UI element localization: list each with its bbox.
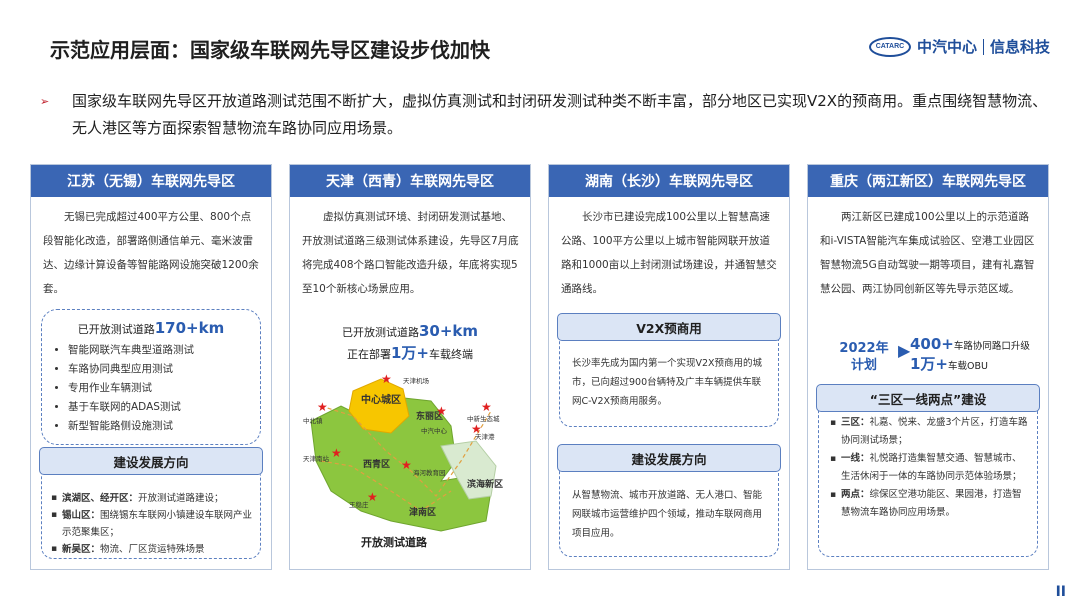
arrow-bullet-icon: ➢ bbox=[40, 95, 50, 108]
list-item: 滨湖区、经开区：开放测试道路建设； bbox=[51, 490, 254, 507]
panel-description: 长沙市已建设完成100公里以上智慧高速公路、100平方公里以上城市智能网联开放道… bbox=[561, 211, 777, 295]
stat-label: 已开放测试道路 bbox=[341, 326, 419, 339]
list-item: 专用作业车辆测试 bbox=[68, 379, 260, 398]
panel-title: 江苏（无锡）车联网先导区 bbox=[31, 165, 271, 197]
map-marker-star: ★ bbox=[381, 372, 392, 386]
panel-chongqing: 重庆（两江新区）车联网先导区 两江新区已建成100公里以上的示范道路和i-VIS… bbox=[807, 164, 1049, 570]
logo-dept: 信息科技 bbox=[989, 38, 1050, 56]
panel-title: 重庆（两江新区）车联网先导区 bbox=[808, 165, 1048, 197]
map-label-jinnan: 津南区 bbox=[409, 506, 436, 518]
map-label-qiche: 中汽中心 bbox=[421, 426, 448, 435]
map-marker-star: ★ bbox=[481, 400, 492, 414]
list-item: 新吴区：物流、厂区货运特殊场景 bbox=[51, 541, 254, 558]
stat-value: 1万+ bbox=[390, 344, 429, 362]
plan-arrow-icon: ▶ bbox=[898, 341, 911, 360]
page-marker: II bbox=[1055, 584, 1066, 600]
panel-title: 湖南（长沙）车联网先导区 bbox=[549, 165, 789, 197]
test-list: 智能网联汽车典型道路测试 车路协同典型应用测试 专用作业车辆测试 基于车联网的A… bbox=[42, 341, 260, 436]
map-marker-star: ★ bbox=[401, 458, 412, 472]
stat-line-2: 正在部署1万+车载终端 bbox=[290, 342, 530, 363]
panel-description: 无锡已完成超过400平方公里、800个点段智能化改造，部署路侧通信单元、毫米波雷… bbox=[43, 211, 259, 295]
intro-text: 国家级车联网先导区开放道路测试范围不断扩大，虚拟仿真测试和封闭研发测试种类不断丰… bbox=[72, 92, 1048, 137]
map-label-xiqing: 西青区 bbox=[363, 458, 390, 470]
stat-line: 已开放测试道路30+km bbox=[290, 321, 530, 340]
plan-items: 400+车路协同路口升级 1万+车载OBU bbox=[910, 335, 1046, 375]
direction-box: 滨湖区、经开区：开放测试道路建设； 锡山区：围绕锡东车联网小镇建设车联网产业示范… bbox=[41, 465, 261, 559]
list-item: 车路协同典型应用测试 bbox=[68, 360, 260, 379]
panel-tianjin: 天津（西青）车联网先导区 虚拟仿真测试环境、封闭研发测试基地、开放测试道路三级测… bbox=[289, 164, 531, 570]
logo-org: 中汽中心 bbox=[916, 38, 977, 56]
direction-list: 滨湖区、经开区：开放测试道路建设； 锡山区：围绕锡东车联网小镇建设车联网产业示范… bbox=[42, 490, 260, 558]
stat-label: 已开放测试道路 bbox=[77, 323, 155, 336]
test-road-box: 已开放测试道路170+km 智能网联汽车典型道路测试 车路协同典型应用测试 专用… bbox=[41, 309, 261, 445]
map-label-beichen: 中北镇 bbox=[303, 416, 323, 425]
map-label-edu: 海河教育园 bbox=[413, 468, 446, 477]
stat-unit: 车载终端 bbox=[429, 348, 473, 361]
map-marker-star: ★ bbox=[331, 446, 342, 460]
plan-year-value: 2022年 bbox=[839, 341, 889, 356]
three-areas-list: 三区：礼嘉、悦来、龙盛3个片区，打造车路协同测试场景； 一线：礼悦路打造集智慧交… bbox=[819, 414, 1037, 522]
map-label-wangwen: 王稳庄 bbox=[349, 500, 369, 509]
list-item: 新型智能路侧设施测试 bbox=[68, 417, 260, 436]
stat-value: 30+km bbox=[418, 322, 479, 340]
list-item: 两点：综保区空港功能区、果园港，打造智慧物流车路协同应用场景。 bbox=[830, 486, 1029, 522]
list-item: 基于车联网的ADAS测试 bbox=[68, 398, 260, 417]
panel-description: 两江新区已建成100公里以上的示范道路和i-VISTA智能汽车集成试验区、空港工… bbox=[820, 211, 1035, 295]
plan-year-word: 计划 bbox=[850, 358, 877, 373]
map-label-south: 天津南站 bbox=[303, 454, 330, 463]
intro-bullet: ➢ 国家级车联网先导区开放道路测试范围不断扩大，虚拟仿真测试和封闭研发测试种类不… bbox=[40, 88, 1050, 142]
map-marker-star: ★ bbox=[317, 400, 328, 414]
plan-year: 2022年 计划 bbox=[834, 340, 894, 374]
three-areas-heading: “三区一线两点”建设 bbox=[816, 384, 1040, 412]
stat-label: 正在部署 bbox=[346, 348, 391, 361]
map-label-airport: 天津机场 bbox=[403, 376, 430, 385]
map-label-center: 中心城区 bbox=[361, 393, 401, 406]
map-marker-star: ★ bbox=[367, 490, 378, 504]
list-item: 三区：礼嘉、悦来、龙盛3个片区，打造车路协同测试场景； bbox=[830, 414, 1029, 450]
panel-jiangsu: 江苏（无锡）车联网先导区 无锡已完成超过400平方公里、800个点段智能化改造，… bbox=[30, 164, 272, 570]
tianjin-map: 中心城区 东丽区 西青区 津南区 滨海新区 中北镇 天津机场 中汽中心 中新生态… bbox=[303, 372, 503, 549]
company-logo: CATARC 中汽中心 信息科技 bbox=[868, 36, 1050, 57]
map-marker-star: ★ bbox=[436, 404, 447, 418]
logo-divider bbox=[982, 38, 984, 55]
plan-item: 1万+车载OBU bbox=[910, 355, 988, 373]
map-label-binhai: 滨海新区 bbox=[467, 478, 503, 490]
map-marker-star: ★ bbox=[471, 422, 482, 436]
stat-line: 已开放测试道路170+km bbox=[42, 318, 260, 337]
v2x-heading: V2X预商用 bbox=[557, 313, 781, 341]
catarc-logo-icon: CATARC bbox=[868, 36, 911, 57]
map-caption: 开放测试道路 bbox=[361, 535, 428, 549]
page-title: 示范应用层面：国家级车联网先导区建设步伐加快 bbox=[50, 38, 490, 62]
direction-heading: 建设发展方向 bbox=[39, 447, 263, 475]
panel-description: 虚拟仿真测试环境、封闭研发测试基地、开放测试道路三级测试体系建设，先导区7月底将… bbox=[302, 211, 519, 295]
direction-heading: 建设发展方向 bbox=[557, 444, 781, 472]
panel-title: 天津（西青）车联网先导区 bbox=[290, 165, 530, 197]
three-areas-box: 三区：礼嘉、悦来、龙盛3个片区，打造车路协同测试场景； 一线：礼悦路打造集智慧交… bbox=[818, 399, 1038, 557]
list-item: 智能网联汽车典型道路测试 bbox=[68, 341, 260, 360]
panel-hunan: 湖南（长沙）车联网先导区 长沙市已建设完成100公里以上智慧高速公路、100平方… bbox=[548, 164, 790, 570]
list-item: 锡山区：围绕锡东车联网小镇建设车联网产业示范聚集区； bbox=[51, 507, 254, 541]
list-item: 一线：礼悦路打造集智慧交通、智慧城市、生活休闲于一体的车路协同示范体验场景； bbox=[830, 450, 1029, 486]
stat-value: 170+km bbox=[154, 319, 225, 337]
plan-item: 400+车路协同路口升级 bbox=[910, 335, 1030, 353]
